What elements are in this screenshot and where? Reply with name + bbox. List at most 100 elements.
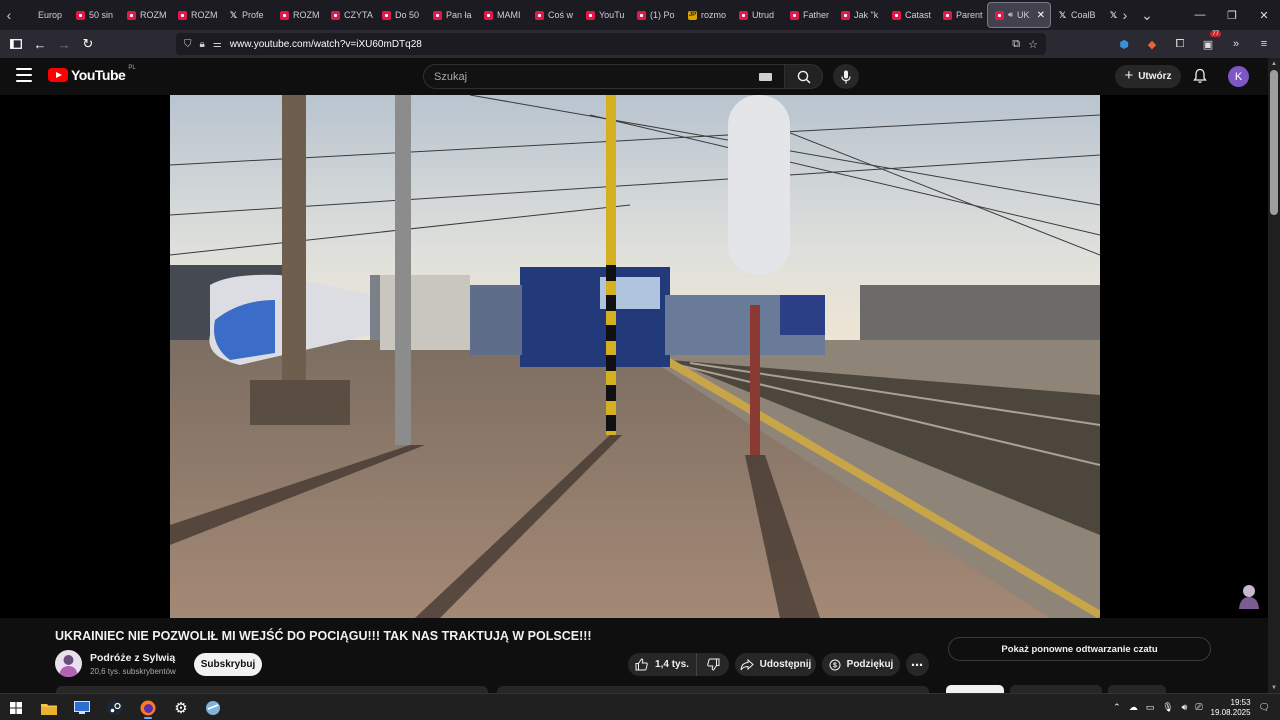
browser-tab[interactable]: 𝕏 Profe (222, 2, 273, 28)
url-text[interactable]: www.youtube.com/watch?v=iXU60mDTq28 (230, 39, 422, 50)
tab-list-dropdown-icon[interactable]: ⌄ (1138, 0, 1156, 30)
vpn-shield-icon[interactable]: ⬢ (1116, 36, 1132, 52)
chip-other[interactable] (1108, 685, 1166, 693)
subscribe-button[interactable]: Subskrybuj (194, 653, 262, 676)
browser-tab[interactable]: Coś w (528, 2, 579, 28)
keyboard-icon[interactable] (759, 73, 772, 81)
browser-tab[interactable]: Father (783, 2, 834, 28)
restore-icon[interactable]: ❐ (1216, 0, 1248, 30)
file-explorer-icon[interactable] (38, 697, 60, 719)
overflow-chevrons-icon[interactable]: » (1228, 36, 1244, 52)
settings-gear-icon[interactable]: ⚙ (170, 697, 192, 719)
tab-active[interactable]: 🔊︎ UK ✕ (987, 2, 1051, 28)
clock-date: 19.08.2025 (1210, 707, 1251, 717)
microphone-tray-icon[interactable]: 🎙︎ (1162, 702, 1173, 713)
channel-name[interactable]: Podróże z Sylwią (90, 652, 175, 664)
minimize-icon[interactable]: — (1184, 0, 1216, 30)
youtube-favicon-icon (280, 10, 289, 20)
tab-label: ROZM (293, 10, 320, 20)
create-button[interactable]: + Utwórz (1115, 65, 1181, 88)
more-actions-button[interactable]: ⋯ (906, 653, 929, 676)
network-icon[interactable]: ▭ (1146, 702, 1155, 713)
youtube-favicon-icon (943, 10, 952, 20)
floating-channel-avatar-icon[interactable] (1237, 583, 1261, 609)
thanks-button[interactable]: $ Podziękuj (822, 653, 900, 676)
browser-tab[interactable]: ROZM (120, 2, 171, 28)
vpn-app-icon[interactable] (202, 697, 224, 719)
tabs-scroll-right-icon[interactable]: › (1116, 0, 1134, 30)
browser-tab[interactable]: Pan ła (426, 2, 477, 28)
fox-extension-icon[interactable]: ◆ (1144, 36, 1160, 52)
picture-in-picture-icon[interactable]: ⧉ (1012, 38, 1020, 51)
guide-menu-icon[interactable] (16, 68, 32, 82)
show-chat-replay-button[interactable]: Pokaż ponowne odtwarzanie czatu (948, 637, 1211, 661)
reload-icon[interactable]: ↻ (76, 32, 100, 56)
browser-tab[interactable]: Do 50 (375, 2, 426, 28)
tracking-shield-icon[interactable]: ⛉ (184, 39, 192, 50)
scroll-up-arrow-icon[interactable]: ▲ (1271, 61, 1277, 67)
chip-related[interactable] (1010, 685, 1102, 693)
app-menu-icon[interactable]: ≡ (1256, 36, 1272, 52)
account-avatar[interactable]: K (1228, 66, 1249, 87)
page-scrollbar[interactable]: ▲ ▼ (1268, 58, 1280, 693)
speaker-playing-icon[interactable]: 🔊︎ (1008, 10, 1013, 20)
dislike-button[interactable] (697, 653, 729, 676)
display-icon[interactable]: ⎚ (1195, 702, 1202, 713)
notifications-icon[interactable]: 🗨︎ (1259, 702, 1270, 713)
like-button[interactable]: 1,4 tys. (628, 653, 697, 676)
browser-tab[interactable]: 50 sin (69, 2, 120, 28)
notifications-bell-icon[interactable] (1191, 67, 1209, 85)
monitor-app-icon[interactable] (71, 697, 93, 719)
system-tray: ⌃ ☁ ▭ 🎙︎ 🔊︎ ⎚ 19:53 19.08.2025 🗨︎ (1113, 694, 1280, 720)
browser-tab[interactable]: (1) Po (630, 2, 681, 28)
browser-tab[interactable]: Utrud (732, 2, 783, 28)
scroll-thumb[interactable] (1270, 70, 1278, 215)
browser-tab[interactable]: MAMI (477, 2, 528, 28)
youtube-logo[interactable]: YouTube PL (48, 65, 136, 83)
permissions-icon[interactable]: ⚌ (213, 39, 222, 50)
forward-icon[interactable]: → (52, 32, 76, 56)
video-player[interactable] (170, 95, 1100, 618)
adblock-extension-icon[interactable]: ▣ 77 (1200, 31, 1221, 52)
window-controls: — ❐ ✕ (1184, 0, 1280, 30)
share-button[interactable]: Udostępnij (735, 653, 816, 676)
tabs-scroll-left-icon[interactable]: ‹ (0, 0, 18, 30)
clock[interactable]: 19:53 19.08.2025 (1211, 698, 1251, 718)
browser-tab[interactable]: 𝕏 CoalB (1051, 2, 1102, 28)
search-input[interactable]: Szukaj (423, 64, 785, 89)
browser-tab[interactable]: Europ (18, 2, 69, 28)
extensions-puzzle-icon[interactable]: ⧠ (1172, 36, 1188, 52)
browser-tab[interactable]: Jak "k (834, 2, 885, 28)
address-bar[interactable]: ⛉ 🔒︎ ⚌ www.youtube.com/watch?v=iXU60mDTq… (176, 33, 1046, 55)
steam-icon[interactable] (104, 697, 126, 719)
extension-badge: 77 (1210, 31, 1221, 37)
channel-avatar[interactable] (55, 650, 82, 677)
browser-tab[interactable]: Catast (885, 2, 936, 28)
video-title: UKRAINIEC NIE POZWOLIŁ MI WEJŚĆ DO POCIĄ… (55, 629, 592, 643)
firefox-icon[interactable] (137, 697, 159, 719)
like-dislike-group: 1,4 tys. (628, 653, 729, 676)
browser-tab[interactable]: Parent (936, 2, 987, 28)
bookmark-star-icon[interactable]: ☆ (1028, 38, 1038, 51)
back-icon[interactable]: ← (28, 32, 52, 56)
sidebar-toggle-icon[interactable] (4, 32, 28, 56)
close-tab-icon[interactable]: ✕ (1037, 10, 1045, 21)
windows-start-icon[interactable] (5, 697, 27, 719)
youtube-favicon-icon (995, 10, 1004, 20)
lock-icon[interactable]: 🔒︎ (200, 39, 205, 50)
browser-tab[interactable]: JP rozmo (681, 2, 732, 28)
chip-all[interactable] (946, 685, 1004, 693)
browser-tab[interactable]: CZYTA (324, 2, 375, 28)
browser-tab[interactable]: YouTu (579, 2, 630, 28)
search-button[interactable] (784, 64, 823, 89)
close-window-icon[interactable]: ✕ (1248, 0, 1280, 30)
browser-tab[interactable]: ROZM (171, 2, 222, 28)
search-icon (797, 70, 811, 84)
scroll-down-arrow-icon[interactable]: ▼ (1271, 685, 1277, 691)
description-box-top (56, 686, 488, 693)
tray-overflow-icon[interactable]: ⌃ (1113, 702, 1121, 713)
browser-tab[interactable]: ROZM (273, 2, 324, 28)
volume-icon[interactable]: 🔊︎ (1182, 702, 1188, 713)
onedrive-cloud-icon[interactable]: ☁ (1129, 702, 1138, 713)
voice-search-button[interactable] (833, 64, 859, 89)
